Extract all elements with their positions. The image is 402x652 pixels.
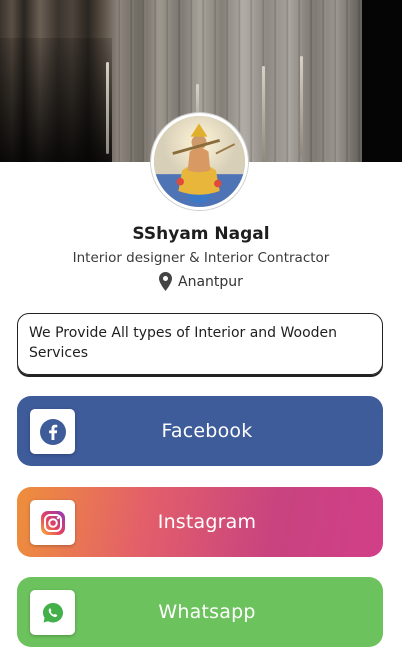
whatsapp-icon — [42, 602, 63, 622]
location-text: Anantpur — [178, 273, 243, 290]
about-text: We Provide All types of Interior and Woo… — [17, 313, 383, 375]
whatsapp-icon-tile — [30, 590, 75, 635]
facebook-icon — [39, 418, 66, 445]
facebook-button[interactable]: Facebook — [17, 396, 383, 466]
cover-edge — [362, 0, 402, 162]
avatar — [151, 113, 248, 210]
location-pin-icon — [159, 272, 173, 291]
profile-role: Interior designer & Interior Contractor — [72, 250, 330, 266]
deity-portrait — [154, 116, 245, 207]
instagram-icon-tile — [30, 500, 75, 545]
facebook-icon-tile — [30, 409, 75, 454]
instagram-icon — [40, 510, 65, 535]
whatsapp-button[interactable]: Whatsapp — [17, 577, 383, 647]
profile-name: SShyam Nagal — [132, 224, 270, 244]
door-handle — [262, 66, 265, 162]
instagram-label: Instagram — [157, 511, 257, 533]
hanging-clothes — [0, 38, 112, 162]
facebook-label: Facebook — [161, 420, 253, 442]
profile-location: Anantpur — [0, 272, 402, 291]
door-handle — [106, 62, 109, 154]
whatsapp-label: Whatsapp — [158, 601, 256, 623]
instagram-button[interactable]: Instagram — [17, 487, 383, 557]
door-handle — [300, 56, 303, 156]
